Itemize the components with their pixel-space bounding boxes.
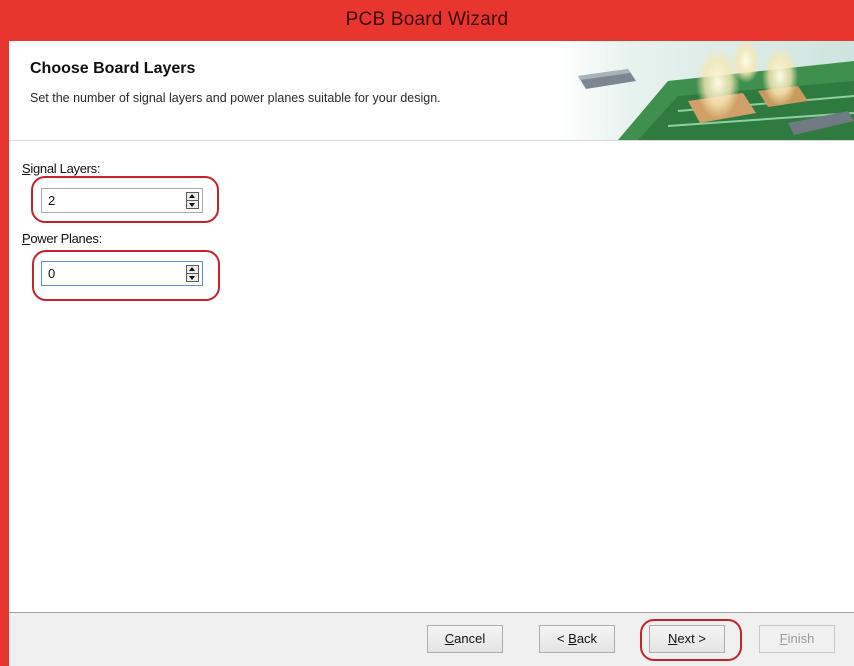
wizard-header: Choose Board Layers Set the number of si… [9, 41, 854, 141]
back-button[interactable]: < Back [539, 625, 615, 653]
pcb-chip-illustration [558, 41, 854, 140]
wizard-footer: Cancel < Back Next > Finish [9, 612, 854, 666]
pcb-board-wizard-window: PCB Board Wizard Choose Board Layers Set… [0, 0, 854, 666]
cancel-button[interactable]: Cancel [427, 625, 503, 653]
power-planes-label: Power Planes: [22, 231, 102, 246]
power-planes-annotation-ellipse [32, 250, 220, 301]
title-bar[interactable]: PCB Board Wizard [0, 0, 854, 41]
wizard-page: Choose Board Layers Set the number of si… [9, 41, 854, 666]
window-title: PCB Board Wizard [345, 9, 509, 30]
finish-button[interactable]: Finish [759, 625, 835, 653]
page-subtitle: Set the number of signal layers and powe… [30, 91, 441, 105]
signal-layers-label: Signal Layers: [22, 161, 101, 176]
signal-layers-annotation-ellipse [31, 176, 219, 223]
next-button-annotation-ellipse [640, 619, 742, 661]
page-title: Choose Board Layers [30, 60, 196, 77]
